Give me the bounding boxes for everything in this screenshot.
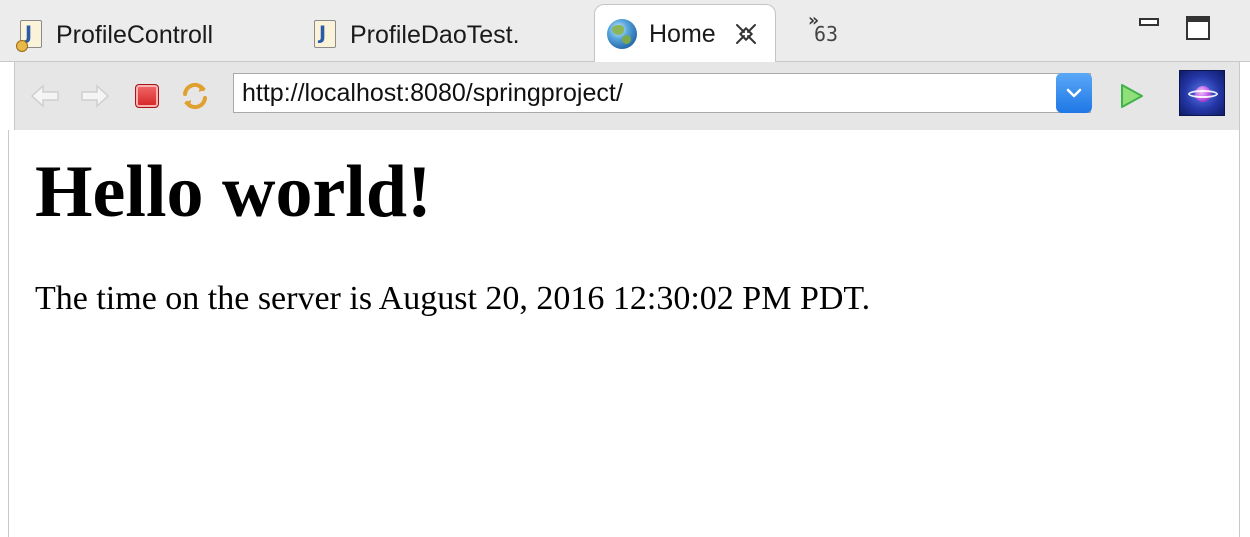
- java-file-icon: J: [16, 20, 44, 52]
- tab-profile-controller[interactable]: J ProfileControll: [16, 8, 288, 62]
- refresh-button[interactable]: [179, 80, 211, 112]
- browser-toolbar: [14, 62, 1240, 130]
- tab-overflow-button[interactable]: » 63: [808, 10, 868, 50]
- refresh-icon: [183, 82, 207, 110]
- tab-label: Home: [649, 19, 716, 48]
- dropdown-chevron-icon: [1066, 88, 1082, 98]
- tab-label: ProfileControll: [56, 20, 214, 49]
- browser-content: Hello world! The time on the server is A…: [8, 130, 1240, 537]
- go-button[interactable]: [1115, 80, 1147, 112]
- close-tab-icon[interactable]: [734, 22, 758, 46]
- hidden-tab-count: 63: [814, 22, 839, 46]
- server-time-text: The time on the server is August 20, 201…: [35, 280, 871, 317]
- go-icon: [1121, 84, 1143, 108]
- editor-tab-bar: J ProfileControll J ProfileDaoTest. Home…: [0, 0, 1250, 63]
- back-arrow-icon: [30, 84, 59, 108]
- back-button[interactable]: [29, 80, 61, 112]
- forward-button[interactable]: [79, 80, 111, 112]
- url-input[interactable]: [234, 74, 1044, 112]
- tab-profile-dao-test[interactable]: J ProfileDaoTest.: [312, 8, 582, 62]
- tab-label: ProfileDaoTest.: [350, 20, 520, 49]
- url-history-dropdown[interactable]: [1056, 73, 1092, 113]
- stop-icon: [135, 84, 159, 108]
- maximize-icon[interactable]: [1186, 16, 1210, 40]
- page-heading: Hello world!: [35, 151, 432, 233]
- minimize-icon[interactable]: [1139, 18, 1159, 26]
- browser-logo-icon[interactable]: [1179, 70, 1225, 116]
- globe-icon: [607, 19, 637, 49]
- forward-arrow-icon: [81, 84, 110, 108]
- url-field[interactable]: [233, 73, 1092, 113]
- stop-button[interactable]: [131, 80, 163, 112]
- java-file-icon: J: [312, 20, 338, 50]
- tab-home[interactable]: Home: [594, 4, 776, 63]
